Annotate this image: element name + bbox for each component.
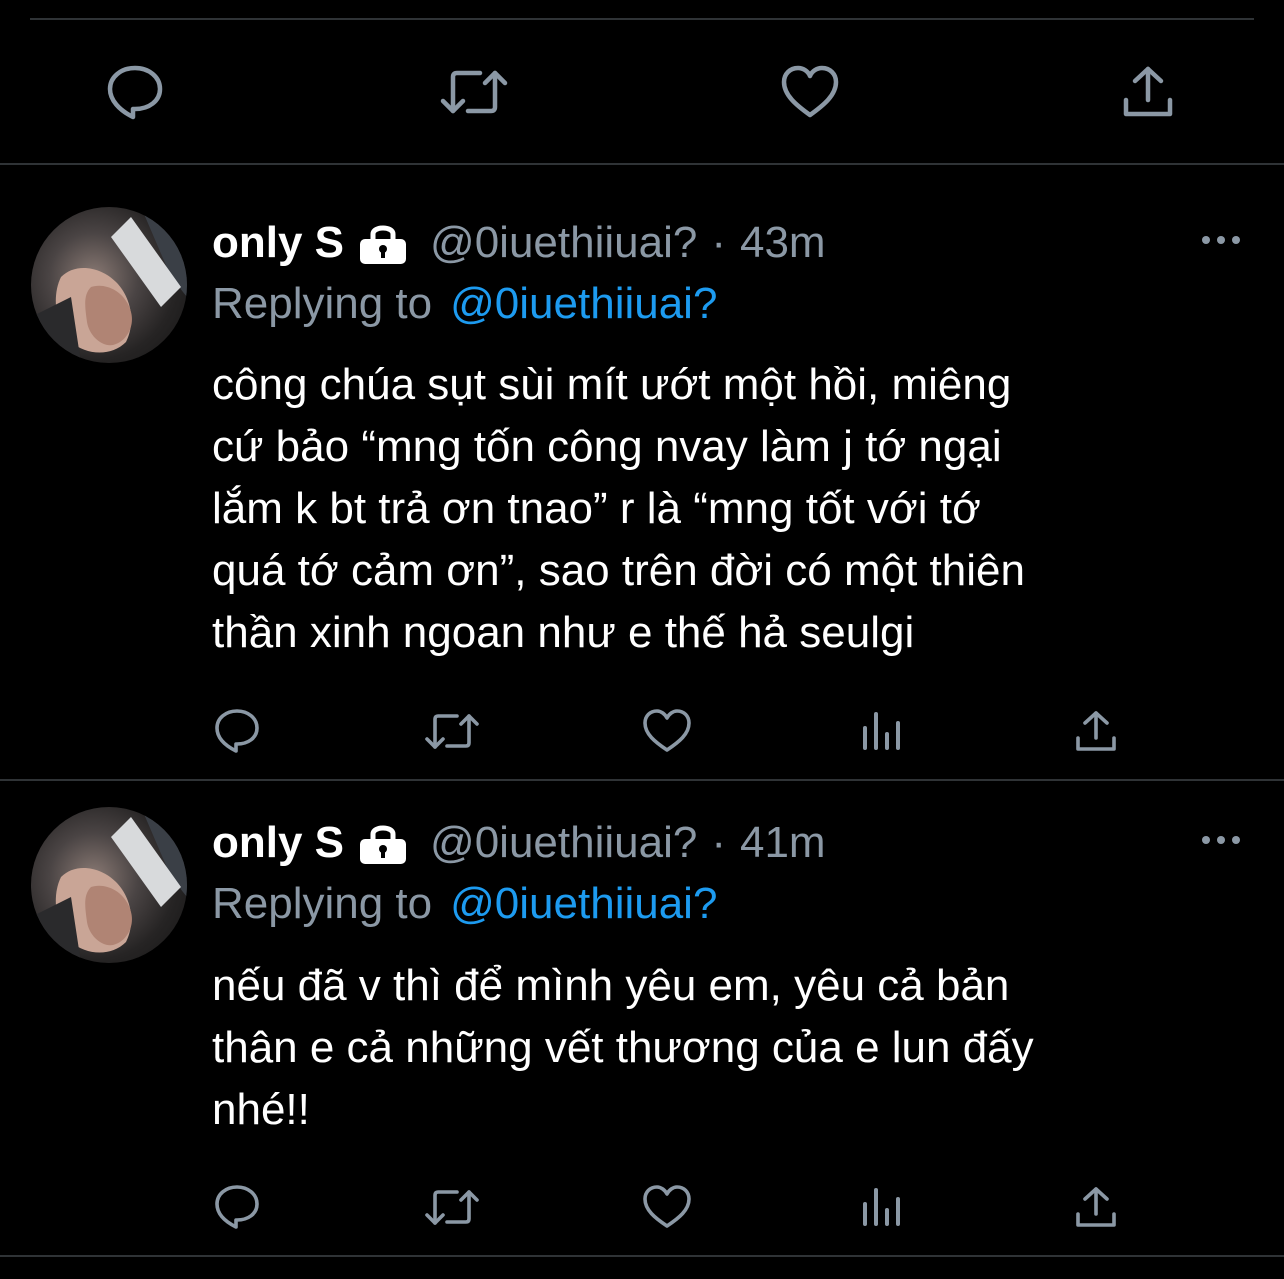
retweet-button[interactable]	[424, 708, 480, 754]
share-button[interactable]	[1073, 1184, 1119, 1230]
more-icon	[1202, 236, 1240, 244]
tweet-text: công chúa sụt sùi mít ướt một hồi, miêng…	[212, 354, 1252, 664]
tweet-text-line: công chúa sụt sùi mít ướt một hồi, miêng	[212, 360, 1012, 409]
separator-dot: ·	[711, 218, 726, 267]
tweet-text-line: thần xinh ngoan như e thế hả seulgi	[212, 608, 915, 657]
analytics-icon	[863, 712, 900, 750]
reply-button[interactable]	[212, 708, 262, 754]
reply-icon	[215, 1185, 259, 1229]
reply-icon	[215, 709, 259, 753]
replying-to-label: Replying to	[212, 279, 433, 328]
like-icon	[643, 1185, 691, 1228]
reply-button[interactable]	[104, 62, 166, 122]
share-button[interactable]	[1119, 62, 1177, 122]
more-options-button[interactable]	[1196, 825, 1246, 855]
replying-to-label: Replying to	[212, 879, 433, 928]
divider	[0, 1255, 1284, 1257]
analytics-button[interactable]	[858, 1184, 904, 1230]
like-button[interactable]	[641, 1184, 693, 1230]
share-icon	[1076, 1187, 1116, 1227]
replying-to-mention[interactable]: @0iuethiiuai?	[450, 879, 717, 929]
tweet-actions	[0, 1184, 1284, 1230]
tweet-actions	[0, 708, 1284, 754]
avatar[interactable]	[31, 207, 187, 363]
retweet-icon	[425, 1190, 479, 1225]
like-button[interactable]	[779, 62, 841, 122]
replying-to-line: Replying to @0iuethiiuai?	[212, 276, 717, 332]
lock-icon	[358, 822, 408, 864]
tweet-text-line: cứ bảo “mng tốn công nvay làm j tớ ngại	[212, 422, 1002, 471]
display-name[interactable]: only S	[212, 818, 344, 868]
like-icon	[781, 65, 839, 118]
tweet-header: only S @0iuethiiuai? · 41m	[212, 815, 826, 871]
analytics-button[interactable]	[858, 708, 904, 754]
tweet-text: nếu đã v thì để mình yêu em, yêu cả bản …	[212, 955, 1252, 1141]
timestamp[interactable]: 43m	[740, 218, 826, 268]
handle[interactable]: @0iuethiiuai?	[430, 218, 697, 268]
handle[interactable]: @0iuethiiuai?	[430, 818, 697, 868]
tweet-text-line: nhé!!	[212, 1085, 310, 1134]
reply-button[interactable]	[212, 1184, 262, 1230]
retweet-button[interactable]	[440, 62, 508, 122]
timestamp[interactable]: 41m	[740, 818, 826, 868]
share-icon	[1076, 711, 1116, 751]
top-divider	[30, 18, 1254, 20]
tweet[interactable]: only S @0iuethiiuai? · 41m Replying to @…	[0, 781, 1284, 1255]
retweet-icon	[440, 70, 508, 114]
tweet-text-line: quá tớ cảm ơn”, sao trên đời có một thiê…	[212, 546, 1025, 595]
retweet-button[interactable]	[424, 1184, 480, 1230]
separator-dot: ·	[711, 818, 726, 867]
like-icon	[643, 709, 691, 752]
replying-to-mention[interactable]: @0iuethiiuai?	[450, 279, 717, 329]
tweet-text-line: thân e cả những vết thương của e lun đấy	[212, 1023, 1034, 1072]
share-icon	[1123, 66, 1173, 117]
lock-icon	[358, 222, 408, 264]
avatar-image	[31, 207, 187, 363]
tweet-text-line: nếu đã v thì để mình yêu em, yêu cả bản	[212, 961, 1010, 1010]
more-options-button[interactable]	[1196, 225, 1246, 255]
share-button[interactable]	[1073, 708, 1119, 754]
analytics-icon	[863, 1188, 900, 1226]
top-tweet-actions	[0, 62, 1284, 122]
tweet[interactable]: only S @0iuethiiuai? · 43m Replying to @…	[0, 165, 1284, 779]
replying-to-line: Replying to @0iuethiiuai?	[212, 876, 717, 932]
tweet-header: only S @0iuethiiuai? · 43m	[212, 215, 826, 271]
reply-icon	[107, 65, 163, 120]
like-button[interactable]	[641, 708, 693, 754]
retweet-icon	[425, 714, 479, 749]
avatar[interactable]	[31, 807, 187, 963]
tweet-text-line: lắm k bt trả ơn tnao” r là “mng tốt với …	[212, 484, 981, 533]
more-icon	[1202, 836, 1240, 844]
display-name[interactable]: only S	[212, 218, 344, 268]
avatar-image	[31, 807, 187, 963]
